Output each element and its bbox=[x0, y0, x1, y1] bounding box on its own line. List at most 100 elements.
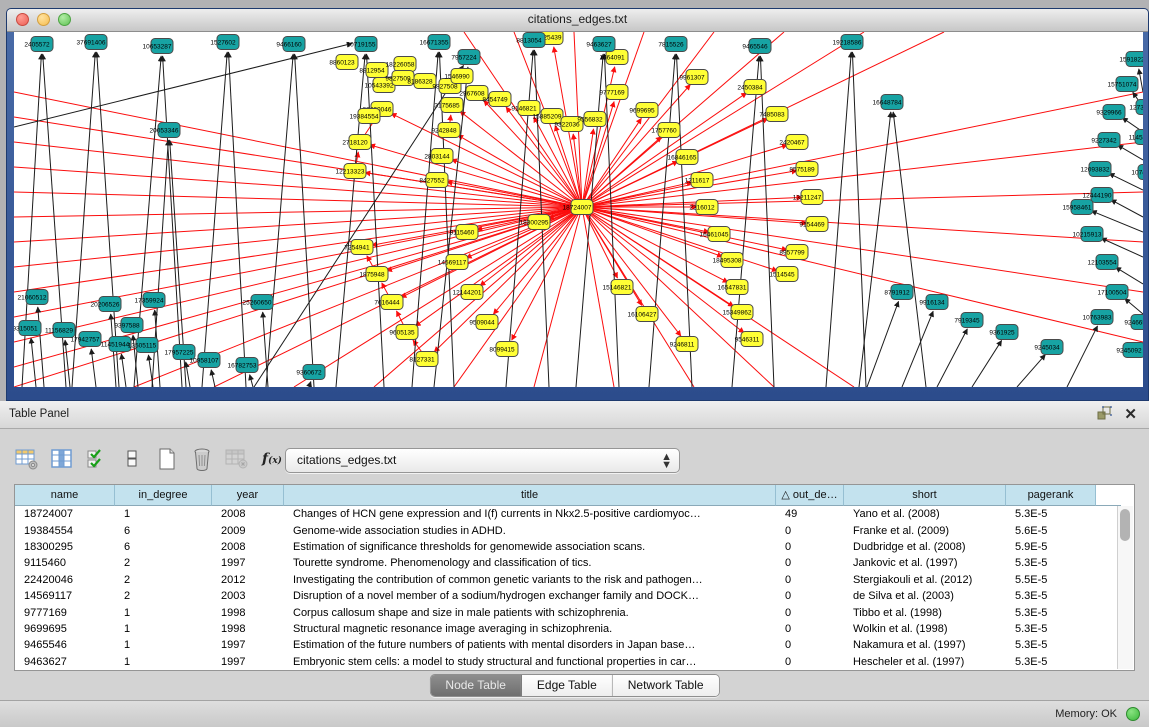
cell-pagerank: 5.3E-5 bbox=[1006, 508, 1096, 520]
cell-short: Nakamura et al. (1997) bbox=[844, 639, 1006, 651]
graph-edge bbox=[14, 117, 582, 207]
cell-out_de: 0 bbox=[776, 541, 844, 553]
network-view-window: citations_edges.txt 18724007886012389129… bbox=[6, 8, 1149, 401]
function-builder-button[interactable]: f(x) bbox=[259, 445, 285, 473]
table-row[interactable]: 977716911998Corpus callosum shape and si… bbox=[15, 604, 1134, 620]
table-row[interactable]: 946362711997Embryonic stem cells: a mode… bbox=[15, 654, 1134, 670]
column-header-short[interactable]: short bbox=[844, 485, 1006, 506]
graph-node-label: 16671355 bbox=[420, 40, 449, 47]
cell-title: Tourette syndrome. Phenomenology and cla… bbox=[284, 557, 776, 569]
table-selector[interactable]: citations_edges.txt ▲▼ bbox=[285, 448, 680, 473]
table-row[interactable]: 911546021997Tourette syndrome. Phenomeno… bbox=[15, 555, 1134, 571]
graph-node-label: 9777169 bbox=[599, 90, 625, 97]
table-toolbar: f(x) bbox=[14, 443, 285, 475]
combo-arrows-icon: ▲▼ bbox=[661, 453, 671, 469]
tab-node-table[interactable]: Node Table bbox=[430, 675, 522, 696]
graph-node-label: 9245034 bbox=[1034, 345, 1060, 352]
cell-name: 18300295 bbox=[15, 541, 115, 553]
cell-in_degree: 1 bbox=[115, 607, 212, 619]
cell-name: 19384554 bbox=[15, 525, 115, 537]
column-header-name[interactable]: name bbox=[15, 485, 115, 506]
graph-node-label: 10653287 bbox=[143, 44, 172, 51]
new-document-icon bbox=[156, 447, 178, 471]
vertical-scrollbar[interactable] bbox=[1117, 506, 1133, 669]
cell-year: 2008 bbox=[212, 508, 284, 520]
float-panel-button[interactable] bbox=[1097, 405, 1112, 425]
table-row[interactable]: 1456911722003Disruption of a novel membe… bbox=[15, 588, 1134, 604]
cell-title: Structural magnetic resonance image aver… bbox=[284, 623, 776, 635]
cell-pagerank: 5.3E-5 bbox=[1006, 557, 1096, 569]
cell-title: Changes of HCN gene expression and I(f) … bbox=[284, 508, 776, 520]
graph-node-label: 21060512 bbox=[18, 295, 47, 302]
graph-node-label: 1145315 bbox=[1129, 135, 1143, 142]
graph-node-label: 18226058 bbox=[386, 62, 415, 69]
cell-in_degree: 1 bbox=[115, 508, 212, 520]
table-row[interactable]: 946554611997Estimation of the future num… bbox=[15, 637, 1134, 653]
graph-edge bbox=[555, 125, 582, 207]
graph-node-label: 9227342 bbox=[1091, 138, 1117, 145]
graph-node-label: 19384554 bbox=[350, 114, 379, 121]
column-select-button[interactable] bbox=[84, 445, 110, 473]
graph-node-label: 8813054 bbox=[516, 38, 542, 45]
graph-node-label: 9322036 bbox=[554, 122, 580, 129]
graph-node-label: 8860123 bbox=[329, 60, 355, 67]
graph-node-label: 9699695 bbox=[629, 108, 655, 115]
graph-node-label: 2967608 bbox=[459, 91, 485, 98]
cell-in_degree: 1 bbox=[115, 639, 212, 651]
tab-network-table[interactable]: Network Table bbox=[613, 675, 719, 696]
table-row[interactable]: 1938455462009Genome-wide association stu… bbox=[15, 522, 1134, 538]
graph-node-label: 11451944 bbox=[101, 342, 130, 349]
table-row[interactable]: 2242004622012Investigating the contribut… bbox=[15, 572, 1134, 588]
table-row[interactable]: 1830029562008Estimation of significance … bbox=[15, 539, 1134, 555]
cell-in_degree: 2 bbox=[115, 590, 212, 602]
memory-status-label: Memory: OK bbox=[1055, 708, 1117, 720]
close-panel-button[interactable]: ✕ bbox=[1124, 407, 1137, 422]
table-panel-titlebar[interactable]: Table Panel ✕ bbox=[0, 401, 1149, 429]
cell-name: 9699695 bbox=[15, 623, 115, 635]
column-header-title[interactable]: title bbox=[284, 485, 776, 506]
column-visibility-button[interactable] bbox=[49, 445, 75, 473]
graph-node-label: 8099415 bbox=[489, 347, 515, 354]
graph-node-label: 8575189 bbox=[789, 167, 815, 174]
delete-column-button[interactable] bbox=[189, 445, 215, 473]
graph-edge bbox=[582, 92, 1143, 207]
delete-table-button[interactable] bbox=[224, 445, 250, 473]
graph-node-label: 8127331 bbox=[409, 357, 435, 364]
network-canvas[interactable]: 1872400788601238912954182260581054339298… bbox=[14, 32, 1143, 387]
graph-node-label: 9463627 bbox=[586, 42, 612, 49]
zoom-window-button[interactable] bbox=[58, 13, 71, 26]
cell-in_degree: 6 bbox=[115, 541, 212, 553]
table-row[interactable]: 969969511998Structural magnetic resonanc… bbox=[15, 621, 1134, 637]
create-column-button[interactable] bbox=[154, 445, 180, 473]
cell-out_de: 0 bbox=[776, 574, 844, 586]
close-window-button[interactable] bbox=[16, 13, 29, 26]
table-panel: Table Panel ✕ bbox=[0, 401, 1149, 700]
cell-pagerank: 5.3E-5 bbox=[1006, 656, 1096, 668]
graph-node-label: 9509044 bbox=[469, 320, 495, 327]
cell-pagerank: 5.5E-5 bbox=[1006, 574, 1096, 586]
column-header-in_degree[interactable]: in_degree bbox=[115, 485, 212, 506]
graph-edge bbox=[1118, 145, 1143, 160]
graph-node-label: 9465546 bbox=[742, 44, 768, 51]
graph-node-label: 9466160 bbox=[276, 42, 302, 49]
network-window-titlebar[interactable]: citations_edges.txt bbox=[7, 9, 1148, 32]
column-header-pagerank[interactable]: pagerank bbox=[1006, 485, 1096, 506]
checklist-icon bbox=[85, 448, 109, 470]
cell-short: de Silva et al. (2003) bbox=[844, 590, 1006, 602]
graph-node-label: 1273425 bbox=[1129, 105, 1143, 112]
tab-edge-table[interactable]: Edge Table bbox=[522, 675, 613, 696]
column-header-year[interactable]: year bbox=[212, 485, 284, 506]
minimize-window-button[interactable] bbox=[37, 13, 50, 26]
column-header-out_de[interactable]: △ out_de… bbox=[776, 485, 844, 506]
memory-status-icon[interactable] bbox=[1126, 707, 1140, 721]
graph-edge bbox=[14, 207, 582, 387]
cell-name: 9777169 bbox=[15, 607, 115, 619]
row-display-button[interactable] bbox=[119, 445, 145, 473]
graph-edge bbox=[466, 207, 582, 258]
scrollbar-thumb[interactable] bbox=[1120, 509, 1130, 541]
network-canvas-svg: 1872400788601238912954182260581054339298… bbox=[14, 32, 1143, 387]
graph-edge bbox=[148, 355, 153, 387]
table-row[interactable]: 1872400712008Changes of HCN gene express… bbox=[15, 506, 1134, 522]
table-options-button[interactable] bbox=[14, 445, 40, 473]
graph-node-label: 14569117 bbox=[438, 260, 467, 267]
